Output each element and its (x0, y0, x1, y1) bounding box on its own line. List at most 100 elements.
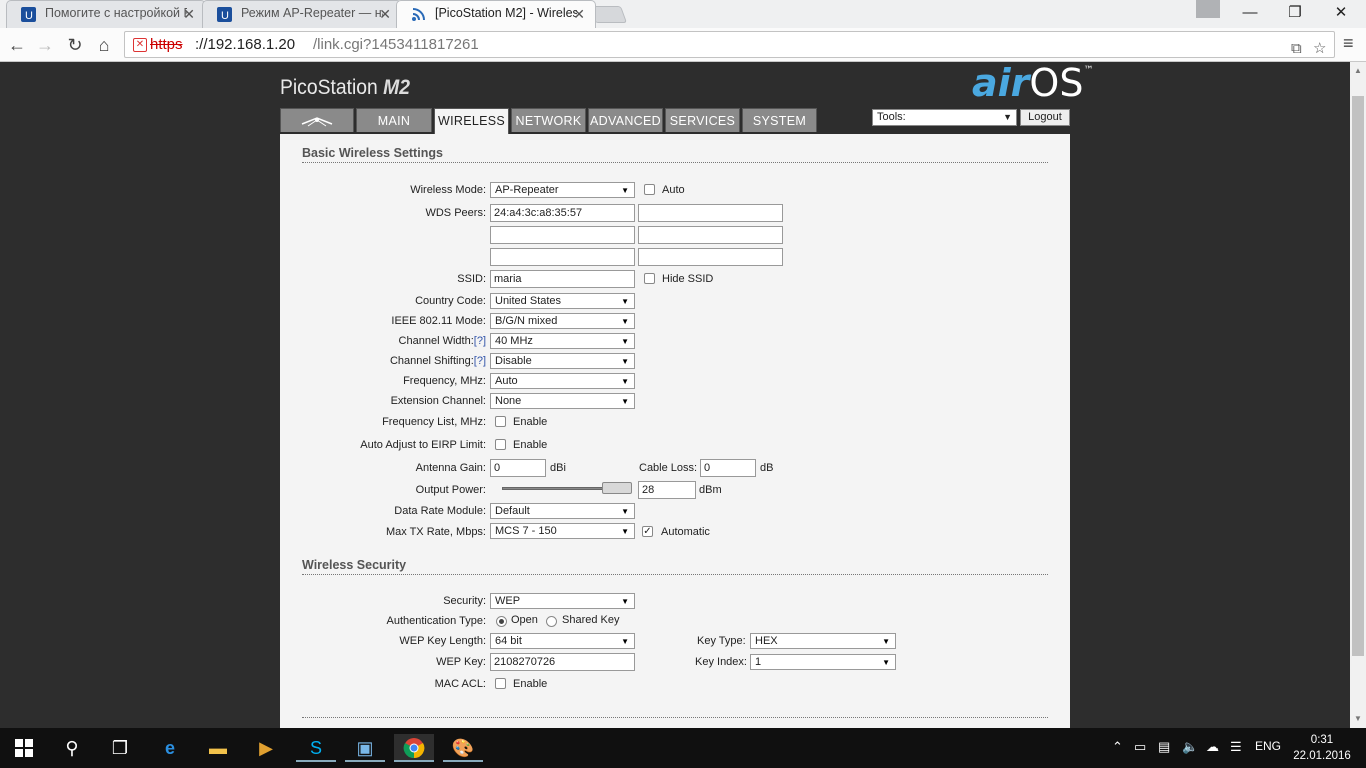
wds-peer-5-input[interactable] (490, 248, 635, 266)
tab-wireless[interactable]: WIRELESS (434, 108, 509, 134)
wds-peer-1-input[interactable]: 24:a4:3c:a8:35:57 (490, 204, 635, 222)
skype-icon[interactable]: S (296, 734, 336, 762)
tab-advanced[interactable]: ADVANCED (588, 108, 663, 132)
hide-ssid-checkbox[interactable] (644, 273, 655, 284)
channel-width-help-link[interactable]: [?] (474, 335, 486, 347)
automatic-checkbox[interactable]: ✓ (642, 526, 653, 537)
wds-peer-3-input[interactable] (490, 226, 635, 244)
volume-icon[interactable]: 🔈 (1182, 739, 1198, 755)
security-select[interactable]: WEP ▼ (490, 593, 635, 609)
media-player-icon[interactable]: ▶ (246, 734, 286, 762)
power-icon[interactable]: ▭ (1134, 739, 1146, 755)
mac-acl-checkbox[interactable] (495, 678, 506, 689)
search-icon[interactable]: ⚲ (52, 734, 92, 762)
tray-overflow-chevron-icon[interactable]: ⌃ (1112, 739, 1123, 755)
frequency-select[interactable]: Auto ▼ (490, 373, 635, 389)
extension-channel-select[interactable]: None ▼ (490, 393, 635, 409)
tab-ubiquiti-logo[interactable] (280, 108, 354, 132)
insecure-lock-icon[interactable]: ✕ (133, 38, 147, 52)
browser-menu-icon[interactable]: ≡ (1343, 33, 1354, 54)
cable-loss-input[interactable]: 0 (700, 459, 756, 477)
frequency-label: Frequency, MHz: (403, 375, 486, 387)
browser-tab-2[interactable]: U Режим AP-Repeater — на ✕ (202, 0, 402, 28)
tab-main[interactable]: MAIN (356, 108, 432, 132)
cloud-icon[interactable]: ☁ (1206, 739, 1219, 755)
key-type-value: HEX (755, 635, 778, 647)
close-tab-icon[interactable]: ✕ (183, 6, 195, 23)
output-power-slider-handle[interactable] (602, 482, 632, 494)
wds-peer-4-input[interactable] (638, 226, 783, 244)
chrome-icon[interactable] (394, 734, 434, 762)
back-arrow-icon[interactable]: ← (5, 33, 29, 57)
file-explorer-icon[interactable]: ▬ (198, 734, 238, 762)
automatic-label: Automatic (661, 526, 710, 538)
key-type-label: Key Type: (697, 635, 746, 647)
channel-width-select[interactable]: 40 MHz ▼ (490, 333, 635, 349)
data-rate-select[interactable]: Default ▼ (490, 503, 635, 519)
minimize-button[interactable]: — (1227, 0, 1273, 28)
tab-services[interactable]: SERVICES (665, 108, 740, 132)
task-view-icon[interactable]: ❐ (100, 734, 140, 762)
key-type-select[interactable]: HEX ▼ (750, 633, 896, 649)
user-profile-icon[interactable] (1196, 0, 1220, 18)
output-power-input[interactable]: 28 (638, 481, 696, 499)
tools-select[interactable]: Tools: ▼ (872, 109, 1017, 126)
browser-toolbar: ← → ↻ ⌂ ✕ https ://192.168.1.20 /link.cg… (0, 28, 1366, 62)
auth-open-radio[interactable] (496, 616, 507, 627)
browser-tab-1[interactable]: U Помогите с настройкой P ✕ (6, 0, 206, 28)
auto-checkbox[interactable] (644, 184, 655, 195)
system-clock[interactable]: 0:31 22.01.2016 (1290, 732, 1354, 764)
network-icon[interactable]: ▤ (1158, 739, 1170, 755)
close-tab-icon[interactable]: ✕ (573, 6, 585, 23)
antenna-gain-input[interactable]: 0 (490, 459, 546, 477)
notifications-icon[interactable]: ☰ (1230, 739, 1242, 755)
reload-icon[interactable]: ↻ (63, 33, 87, 57)
close-window-button[interactable]: ✕ (1318, 0, 1364, 28)
close-tab-icon[interactable]: ✕ (379, 6, 391, 23)
paint-icon[interactable]: 🎨 (443, 734, 483, 762)
wireless-mode-select[interactable]: AP-Repeater ▼ (490, 182, 635, 198)
key-index-value: 1 (755, 656, 762, 668)
security-label: Security: (443, 595, 486, 607)
translate-icon[interactable]: ⧉ (1291, 36, 1302, 61)
restore-button[interactable]: ❐ (1272, 0, 1318, 28)
wep-key-label: WEP Key: (436, 656, 486, 668)
forward-arrow-icon[interactable]: → (33, 33, 57, 57)
channel-shifting-help-link[interactable]: [?] (474, 355, 486, 367)
windows-logo-icon (15, 739, 33, 757)
channel-shifting-label: Channel Shifting:[?] (226, 355, 486, 367)
windows-start-icon[interactable] (4, 734, 44, 762)
ieee-mode-select[interactable]: B/G/N mixed ▼ (490, 313, 635, 329)
home-icon[interactable]: ⌂ (92, 33, 116, 57)
page-scrollbar[interactable]: ▲ ▼ (1350, 62, 1366, 728)
page-content: PicoStation M2 airOS™ MAIN WIRELESS NETW… (0, 62, 1350, 728)
wep-key-length-select[interactable]: 64 bit ▼ (490, 633, 635, 649)
tab-network[interactable]: NETWORK (511, 108, 586, 132)
bookmark-star-icon[interactable]: ☆ (1313, 36, 1326, 61)
auth-shared-key-radio[interactable] (546, 616, 557, 627)
wireless-mode-value: AP-Repeater (495, 184, 559, 196)
edge-browser-icon[interactable]: e (150, 734, 190, 762)
key-index-select[interactable]: 1 ▼ (750, 654, 896, 670)
country-code-select[interactable]: United States ▼ (490, 293, 635, 309)
app-window-icon[interactable]: ▣ (345, 734, 385, 762)
wep-key-input[interactable]: 2108270726 (490, 653, 635, 671)
mac-acl-enable-label: Enable (513, 678, 548, 690)
scroll-thumb[interactable] (1352, 96, 1364, 656)
logout-button[interactable]: Logout (1020, 109, 1070, 126)
frequency-list-checkbox[interactable] (495, 416, 506, 427)
address-bar[interactable]: ✕ https ://192.168.1.20 /link.cgi?145341… (124, 31, 1335, 58)
scroll-up-icon[interactable]: ▲ (1354, 66, 1362, 75)
channel-shifting-select[interactable]: Disable ▼ (490, 353, 635, 369)
language-indicator[interactable]: ENG (1255, 739, 1281, 753)
wds-peer-6-input[interactable] (638, 248, 783, 266)
scroll-down-icon[interactable]: ▼ (1354, 714, 1362, 723)
tab-system[interactable]: SYSTEM (742, 108, 817, 132)
url-path: /link.cgi?1453411817261 (313, 36, 479, 53)
max-tx-rate-select[interactable]: MCS 7 - 150 ▼ (490, 523, 635, 539)
browser-tab-3[interactable]: [PicoStation M2] - Wireles ✕ (396, 0, 596, 28)
wds-peer-2-input[interactable] (638, 204, 783, 222)
ssid-input[interactable]: maria (490, 270, 635, 288)
url-host: ://192.168.1.20 (195, 36, 296, 53)
eirp-limit-checkbox[interactable] (495, 439, 506, 450)
